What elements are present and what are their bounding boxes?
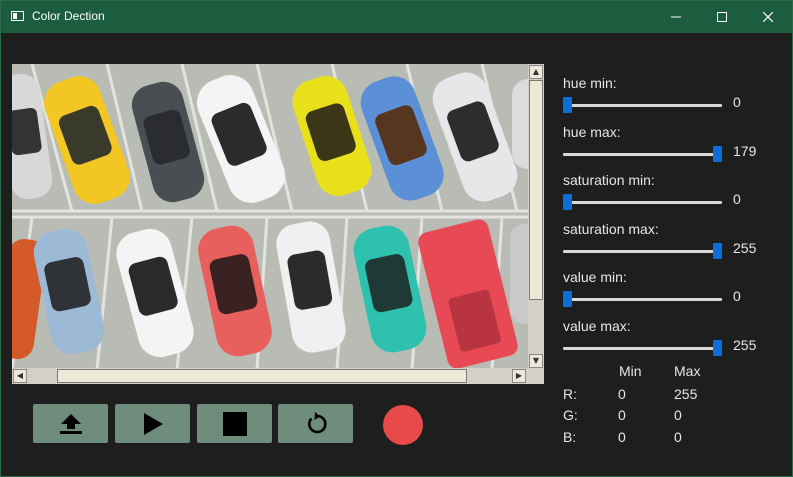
- car-bottom-8: [510, 224, 528, 324]
- slider-handle[interactable]: [563, 291, 572, 307]
- slider-value: 0: [733, 191, 741, 207]
- maximize-button[interactable]: [699, 1, 745, 33]
- slider-label: hue min:: [563, 75, 617, 91]
- upload-button[interactable]: [33, 404, 108, 443]
- reset-icon: [307, 411, 327, 433]
- slider-track[interactable]: [563, 249, 722, 253]
- slider-label: value min:: [563, 269, 627, 285]
- maximize-icon: [717, 12, 727, 22]
- horizontal-scrollbar[interactable]: ◀ ▶: [12, 368, 528, 384]
- rgb-header-min: Min: [619, 363, 642, 379]
- slider-handle[interactable]: [713, 145, 722, 162]
- slider-handle[interactable]: [713, 242, 722, 259]
- minimize-button[interactable]: [653, 1, 699, 33]
- rgb-header-max: Max: [674, 363, 701, 379]
- video-frame: [12, 64, 528, 370]
- vertical-scroll-thumb[interactable]: [529, 80, 543, 300]
- rgb-row-b-min: 0: [618, 429, 626, 445]
- slider-label: saturation min:: [563, 172, 655, 188]
- scroll-down-button[interactable]: ▼: [529, 354, 543, 368]
- scroll-left-button[interactable]: ◀: [13, 369, 27, 383]
- rgb-row-g-label: G:: [563, 407, 578, 423]
- car-top-8: [512, 79, 528, 169]
- scroll-up-button[interactable]: ▲: [529, 65, 543, 79]
- rgb-row-r-min: 0: [618, 386, 626, 402]
- slider-label: saturation max:: [563, 220, 659, 237]
- slider-value: 179: [733, 142, 757, 159]
- play-button[interactable]: [115, 404, 190, 443]
- rgb-row-r-label: R:: [563, 386, 577, 402]
- close-icon: [763, 12, 773, 22]
- slider-track[interactable]: [563, 201, 722, 204]
- rgb-row-g-max: 0: [674, 407, 682, 423]
- slider-track[interactable]: [563, 298, 722, 301]
- vertical-scrollbar[interactable]: ▲ ▼: [528, 64, 544, 370]
- record-indicator[interactable]: [383, 405, 423, 445]
- slider-track[interactable]: [563, 104, 722, 107]
- parking-lot-image: [12, 64, 528, 370]
- hsv-control-panel: hue min: 0 hue max: 179 saturation min: 0 satu…: [558, 63, 788, 463]
- slider-value: 255: [733, 239, 757, 256]
- play-icon: [143, 412, 163, 435]
- scroll-corner: [528, 368, 544, 384]
- slider-label: hue max:: [563, 123, 621, 140]
- slider-value: 0: [733, 94, 741, 110]
- horizontal-scroll-thumb[interactable]: [57, 369, 467, 383]
- rgb-row-g-min: 0: [618, 407, 626, 423]
- close-button[interactable]: [745, 1, 791, 33]
- window-title: Color Dection: [32, 9, 105, 23]
- slider-track[interactable]: [563, 346, 722, 350]
- stop-button[interactable]: [197, 404, 272, 443]
- stop-icon: [222, 411, 247, 436]
- slider-value: 255: [733, 336, 757, 353]
- slider-handle[interactable]: [713, 339, 722, 356]
- app-window: Color Dection ▲ ▼ ◀ ▶ hue min: 0 hue max…: [0, 0, 793, 477]
- minimize-icon: [671, 16, 681, 18]
- slider-track[interactable]: [563, 152, 722, 156]
- slider-handle[interactable]: [563, 194, 572, 210]
- app-window-icon: [11, 11, 24, 21]
- rgb-row-r-max: 255: [674, 386, 698, 402]
- slider-handle[interactable]: [563, 97, 572, 113]
- title-bar[interactable]: Color Dection: [1, 1, 792, 33]
- rgb-row-b-label: B:: [563, 429, 577, 445]
- reset-button[interactable]: [278, 404, 353, 443]
- upload-icon: [59, 413, 82, 434]
- slider-label: value max:: [563, 317, 631, 334]
- rgb-row-b-max: 0: [674, 429, 682, 445]
- scroll-right-button[interactable]: ▶: [512, 369, 526, 383]
- slider-value: 0: [733, 288, 741, 304]
